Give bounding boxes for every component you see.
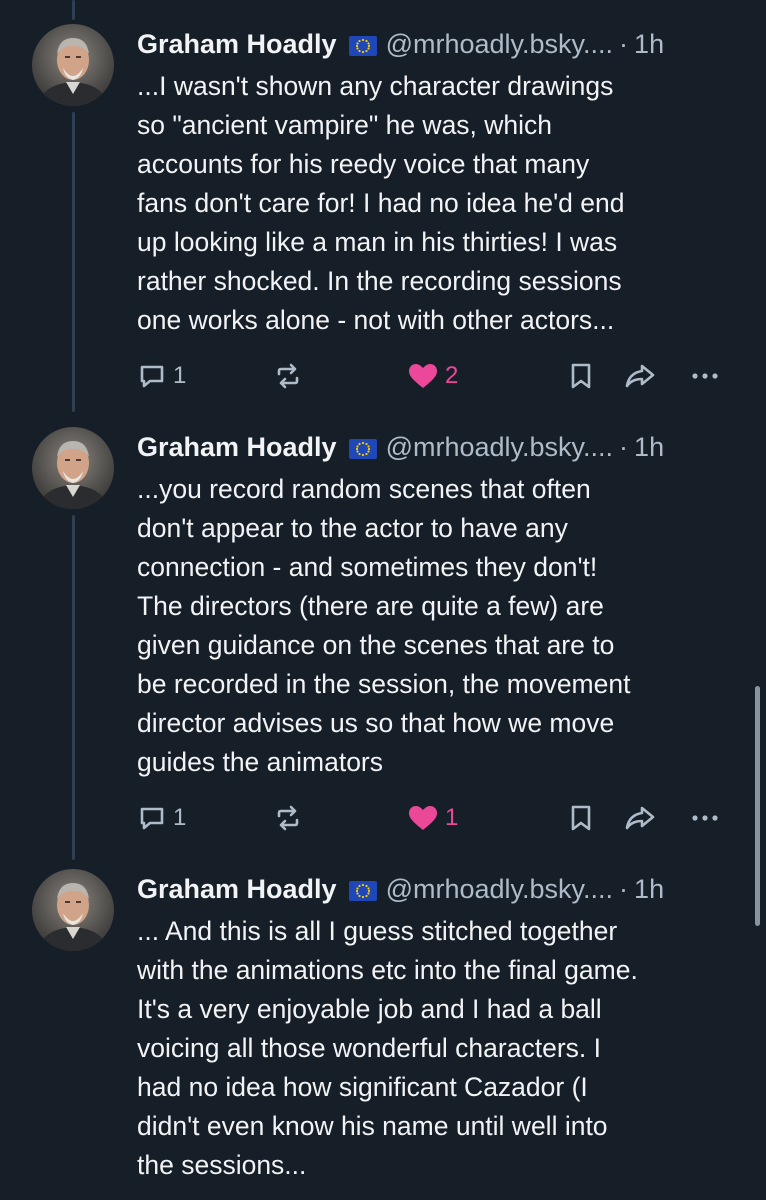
heart-icon <box>407 361 439 391</box>
separator: · <box>619 874 629 904</box>
timestamp[interactable]: 1h <box>634 29 664 59</box>
reply-button[interactable]: 1 <box>137 358 186 394</box>
timestamp[interactable]: 1h <box>634 432 664 462</box>
heart-icon <box>407 803 439 833</box>
reply-button[interactable]: 1 <box>137 800 186 836</box>
author-handle[interactable]: @mrhoadly.bsky.... <box>386 29 613 59</box>
like-count: 1 <box>445 804 459 831</box>
like-button[interactable]: 2 <box>407 358 458 394</box>
reply-count: 1 <box>173 362 187 389</box>
author-handle[interactable]: @mrhoadly.bsky.... <box>386 874 613 904</box>
author-name[interactable]: Graham Hoadly <box>137 29 337 59</box>
bookmark-button[interactable] <box>567 358 595 394</box>
more-button[interactable] <box>689 800 721 836</box>
like-count: 2 <box>445 362 459 389</box>
timestamp[interactable]: 1h <box>634 874 664 904</box>
bookmark-button[interactable] <box>567 800 595 836</box>
author-name[interactable]: Graham Hoadly <box>137 874 337 904</box>
separator: · <box>619 432 629 462</box>
share-button[interactable] <box>623 800 657 836</box>
eu-flag-icon <box>348 432 377 468</box>
post-header: Graham Hoadly @mrhoadly.bsky.... · 1h <box>137 26 747 62</box>
post[interactable]: Graham Hoadly @mrhoadly.bsky.... · 1h ...I … <box>0 0 766 412</box>
more-dots-icon <box>689 803 721 833</box>
post-text: ...I wasn't shown any character drawings… <box>137 71 625 335</box>
like-button[interactable]: 1 <box>407 800 458 836</box>
post-actions: 1 2 <box>137 358 737 394</box>
author-handle[interactable]: @mrhoadly.bsky.... <box>386 432 613 462</box>
repost-icon <box>273 803 303 833</box>
separator: · <box>619 29 629 59</box>
reply-bubble-icon <box>137 361 167 391</box>
share-arrow-icon <box>623 361 657 391</box>
post-header: Graham Hoadly @mrhoadly.bsky.... · 1h <box>137 429 747 465</box>
avatar[interactable] <box>32 427 114 509</box>
bookmark-icon <box>567 803 595 833</box>
share-button[interactable] <box>623 358 657 394</box>
post[interactable]: Graham Hoadly @mrhoadly.bsky.... · 1h ... A… <box>0 845 766 1200</box>
reply-count: 1 <box>173 804 187 831</box>
post-text: ... And this is all I guess stitched tog… <box>137 916 638 1180</box>
author-name[interactable]: Graham Hoadly <box>137 432 337 462</box>
bookmark-icon <box>567 361 595 391</box>
more-button[interactable] <box>689 358 721 394</box>
avatar[interactable] <box>32 869 114 951</box>
more-dots-icon <box>689 361 721 391</box>
eu-flag-icon <box>348 29 377 65</box>
post-text: ...you record random scenes that often d… <box>137 474 631 777</box>
repost-button[interactable] <box>273 358 309 394</box>
post[interactable]: Graham Hoadly @mrhoadly.bsky.... · 1h ...yo… <box>0 403 766 853</box>
post-header: Graham Hoadly @mrhoadly.bsky.... · 1h <box>137 871 747 907</box>
post-actions: 1 1 <box>137 800 737 836</box>
repost-icon <box>273 361 303 391</box>
avatar[interactable] <box>32 24 114 106</box>
eu-flag-icon <box>348 874 377 910</box>
repost-button[interactable] <box>273 800 309 836</box>
share-arrow-icon <box>623 803 657 833</box>
reply-bubble-icon <box>137 803 167 833</box>
scrollbar-thumb[interactable] <box>755 686 760 926</box>
